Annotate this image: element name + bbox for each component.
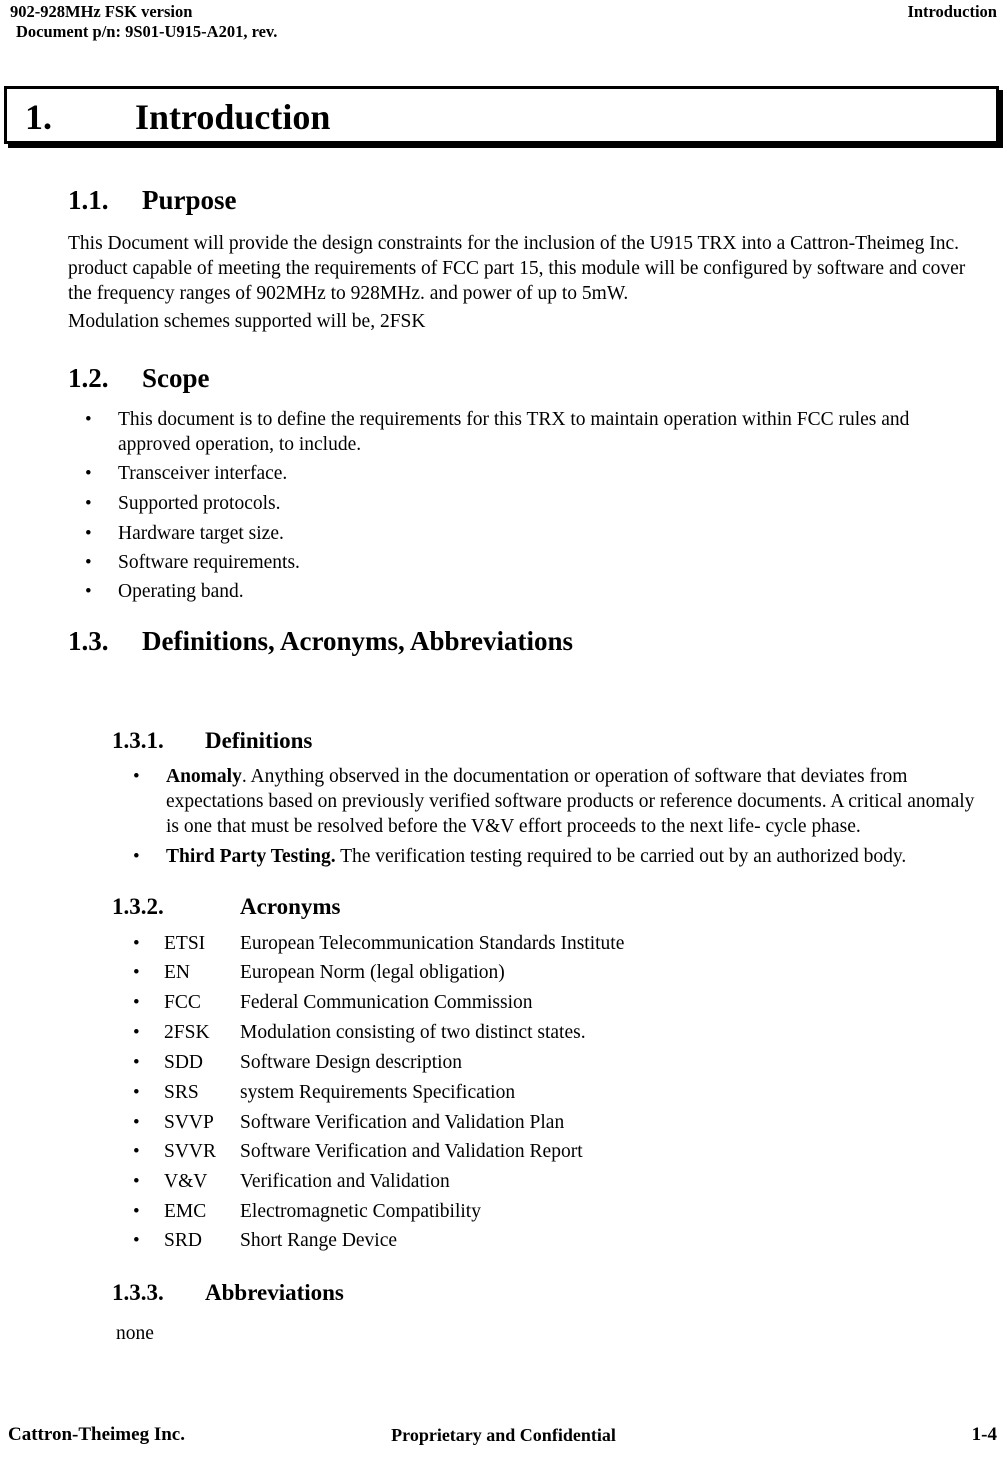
bullet-icon: • xyxy=(133,962,140,983)
heading-purpose-number: 1.1. xyxy=(68,185,109,215)
heading-definitions-label: Definitions xyxy=(205,728,313,753)
heading-abbreviations: 1.3.3. Abbreviations xyxy=(112,1278,344,1307)
acronym-abbr: EN xyxy=(164,962,190,983)
list-item: • Operating band. xyxy=(85,580,975,605)
bullet-icon: • xyxy=(85,493,92,514)
list-item-label: Transceiver interface. xyxy=(118,463,288,484)
bullet-icon: • xyxy=(133,1201,140,1222)
list-item-label: This document is to define the requireme… xyxy=(118,409,910,455)
acronym-abbr: EMC xyxy=(164,1201,207,1222)
acronym-expansion: European Telecommunication Standards Ins… xyxy=(240,933,625,954)
chapter-number: 1. xyxy=(25,97,52,137)
abbreviations-content: none xyxy=(116,1323,154,1344)
list-item: • Software requirements. xyxy=(85,551,975,576)
heading-definitions-number: 1.3.1. xyxy=(112,728,164,753)
header-product-version: 902-928MHz FSK version xyxy=(10,2,193,21)
acronym-abbr: 2FSK xyxy=(164,1022,210,1043)
acronym-expansion: Electromagnetic Compatibility xyxy=(240,1201,481,1222)
bullet-icon: • xyxy=(85,581,92,602)
bullet-icon: • xyxy=(85,552,92,573)
acronym-abbr: SRD xyxy=(164,1230,202,1251)
list-item: • Anomaly. Anything observed in the docu… xyxy=(133,765,978,839)
acronym-expansion: Software Design description xyxy=(240,1052,463,1073)
acronym-abbr: FCC xyxy=(164,992,201,1013)
heading-definitions-acronyms-number: 1.3. xyxy=(68,626,109,656)
bullet-icon: • xyxy=(85,463,92,484)
acronym-expansion: European Norm (legal obligation) xyxy=(240,962,505,983)
heading-scope: 1.2. Scope xyxy=(68,362,210,395)
header-document-part-number: Document p/n: 9S01-U915-A201, rev. xyxy=(16,22,278,41)
acronym-expansion: Software Verification and Validation Rep… xyxy=(240,1141,583,1162)
heading-purpose-label: Purpose xyxy=(142,185,237,215)
bullet-icon: • xyxy=(133,766,140,787)
heading-acronyms-number: 1.3.2. xyxy=(112,894,164,919)
acronym-expansion: Modulation consisting of two distinct st… xyxy=(240,1022,586,1043)
definition-term: Third Party Testing. xyxy=(166,846,336,867)
heading-purpose: 1.1. Purpose xyxy=(68,184,237,217)
acronym-abbr: SRS xyxy=(164,1082,199,1103)
acronym-expansion: Short Range Device xyxy=(240,1230,398,1251)
bullet-icon: • xyxy=(85,523,92,544)
bullet-icon: • xyxy=(85,409,92,430)
purpose-paragraph-1: This Document will provide the design co… xyxy=(68,233,966,304)
page-title: Introduction xyxy=(135,97,331,137)
page-header: 902-928MHz FSK version Document p/n: 9S0… xyxy=(0,0,1007,56)
acronym-expansion: Software Verification and Validation Pla… xyxy=(240,1112,565,1133)
purpose-paragraph-2: Modulation schemes supported will be, 2F… xyxy=(68,311,426,332)
bullet-icon: • xyxy=(133,1230,140,1251)
heading-definitions: 1.3.1. Definitions xyxy=(112,726,312,755)
heading-acronyms: 1.3.2. Acronyms xyxy=(112,892,341,921)
heading-definitions-acronyms-label: Definitions, Acronyms, Abbreviations xyxy=(142,626,574,656)
heading-acronyms-label: Acronyms xyxy=(240,894,341,919)
heading-abbreviations-label: Abbreviations xyxy=(205,1280,344,1305)
definition-text: Anything observed in the documentation o… xyxy=(166,766,975,837)
acronym-expansion: system Requirements Specification xyxy=(240,1082,516,1103)
page-footer: Cattron-Theimeg Inc. Proprietary and Con… xyxy=(0,1423,1007,1449)
list-item-label: Software requirements. xyxy=(118,552,300,573)
list-item: • Transceiver interface. xyxy=(85,462,975,487)
footer-page-number: 1-4 xyxy=(971,1424,997,1445)
heading-abbreviations-number: 1.3.3. xyxy=(112,1280,164,1305)
acronym-expansion: Federal Communication Commission xyxy=(240,992,533,1013)
list-item: • Third Party Testing. The verification … xyxy=(133,845,978,870)
bullet-icon: • xyxy=(133,933,140,954)
definition-text: The verification testing required to be … xyxy=(335,846,907,867)
definition-third-party-testing: Third Party Testing. The verification te… xyxy=(166,845,978,870)
acronym-abbr: SDD xyxy=(164,1052,204,1073)
bullet-icon: • xyxy=(133,846,140,867)
header-chapter-name: Introduction xyxy=(907,2,997,21)
list-item: • Supported protocols. xyxy=(85,492,975,517)
bullet-icon: • xyxy=(133,992,140,1013)
acronym-abbr: SVVP xyxy=(164,1112,214,1133)
document-page: 902-928MHz FSK version Document p/n: 9S0… xyxy=(0,0,1007,1461)
bullet-icon: • xyxy=(133,1022,140,1043)
list-item-label: Supported protocols. xyxy=(118,493,281,514)
acronym-abbr: V&V xyxy=(164,1171,208,1192)
bullet-icon: • xyxy=(133,1082,140,1103)
chapter-title-box: 1. Introduction xyxy=(4,86,999,144)
bullet-icon: • xyxy=(133,1052,140,1073)
list-item: • This document is to define the require… xyxy=(85,408,975,458)
acronym-abbr: ETSI xyxy=(164,933,206,954)
heading-scope-number: 1.2. xyxy=(68,363,109,393)
bullet-icon: • xyxy=(133,1112,140,1133)
bullet-icon: • xyxy=(133,1171,140,1192)
definition-term: Anomaly xyxy=(166,766,242,787)
heading-scope-label: Scope xyxy=(142,363,210,393)
bullet-icon: • xyxy=(133,1141,140,1162)
footer-confidentiality-notice: Proprietary and Confidential xyxy=(391,1425,616,1445)
list-item: • Hardware target size. xyxy=(85,522,975,547)
definition-anomaly: Anomaly. Anything observed in the docume… xyxy=(166,765,978,839)
list-item-label: Hardware target size. xyxy=(118,523,284,544)
list-item-label: Operating band. xyxy=(118,581,244,602)
acronym-expansion: Verification and Validation xyxy=(240,1171,450,1192)
acronym-abbr: SVVR xyxy=(164,1141,217,1162)
heading-definitions-acronyms-abbreviations: 1.3. Definitions, Acronyms, Abbreviations xyxy=(68,625,573,658)
